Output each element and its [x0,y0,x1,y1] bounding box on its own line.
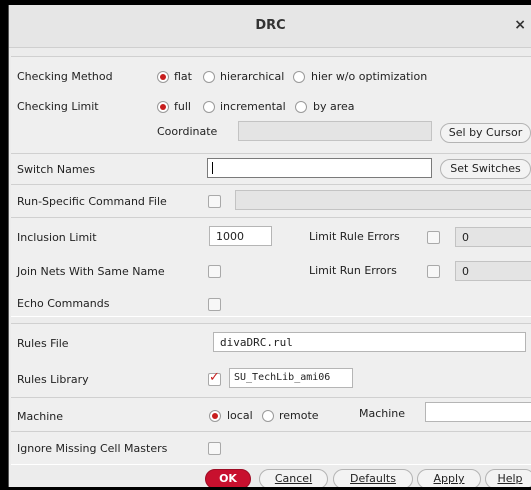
switch-names-input[interactable] [207,158,432,178]
rules-library-label: Rules Library [17,373,89,386]
limit-run-errors-input[interactable]: 0 [455,261,531,281]
checking-limit-by-area-label: by area [313,100,355,113]
rules-panel: Rules File divaDRC.rul Rules Library SU_… [11,323,531,398]
checking-method-hierarchical-label: hierarchical [220,70,285,83]
checking-limit-incremental-radio[interactable] [203,101,215,113]
machine-name-label: Machine [359,407,406,420]
echo-commands-checkbox[interactable] [208,298,221,311]
machine-panel: Machine local remote Machine [11,397,531,432]
close-icon[interactable]: × [514,17,526,33]
limit-run-errors-label: Limit Run Errors [309,264,397,277]
checking-limit-by-area-radio[interactable] [295,101,307,113]
checking-method-label: Checking Method [17,70,113,83]
machine-name-input[interactable] [425,402,531,422]
limit-run-errors-checkbox[interactable] [427,265,440,278]
checking-limit-label: Checking Limit [17,100,99,113]
join-nets-label: Join Nets With Same Name [17,265,165,278]
checking-panel: Checking Method flat hierarchical hier w… [11,56,531,154]
defaults-button[interactable]: Defaults [333,469,413,488]
coordinate-field[interactable] [238,121,432,141]
checking-limit-full-radio[interactable] [157,101,169,113]
rules-file-label: Rules File [17,337,69,350]
switch-names-label: Switch Names [17,163,96,176]
limit-rule-errors-checkbox[interactable] [427,231,440,244]
inclusion-limit-input[interactable]: 1000 [209,226,272,246]
checking-method-hier-wo-opt-radio[interactable] [293,71,305,83]
run-specific-file-field[interactable] [235,190,531,210]
rules-library-checkbox[interactable] [208,370,221,386]
rules-file-input[interactable]: divaDRC.rul [213,332,526,352]
ok-button[interactable]: OK [205,469,251,488]
checking-method-flat-label: flat [174,70,192,83]
drc-dialog: DRC × Checking Method flat hierarchical … [8,5,531,488]
machine-remote-radio[interactable] [262,410,274,422]
inclusion-limit-label: Inclusion Limit [17,231,97,244]
join-nets-checkbox[interactable] [208,265,221,278]
cancel-button[interactable]: Cancel [259,469,328,488]
run-specific-panel: Run-Specific Command File [11,184,531,218]
ignore-missing-label: Ignore Missing Cell Masters [17,442,168,455]
machine-local-radio[interactable] [209,410,221,422]
ignore-missing-panel: Ignore Missing Cell Masters [11,431,531,465]
machine-local-label: local [227,409,253,422]
window-title: DRC [255,18,286,33]
limit-rule-errors-label: Limit Rule Errors [309,230,400,243]
coordinate-label: Coordinate [157,125,218,138]
checking-method-hierarchical-radio[interactable] [203,71,215,83]
sel-by-cursor-button[interactable]: Sel by Cursor [440,123,531,143]
machine-remote-label: remote [279,409,319,422]
set-switches-button[interactable]: Set Switches [440,159,531,179]
apply-button[interactable]: Apply [417,469,481,488]
switch-names-panel: Switch Names Set Switches [11,153,531,185]
text-cursor [212,162,213,174]
ignore-missing-checkbox[interactable] [208,442,221,455]
rules-library-input[interactable]: SU_TechLib_ami06 [229,368,353,388]
help-button[interactable]: Help [485,469,531,488]
checking-method-flat-radio[interactable] [157,71,169,83]
run-specific-checkbox[interactable] [208,195,221,208]
limit-rule-errors-input[interactable]: 0 [455,227,531,247]
machine-label: Machine [17,410,64,423]
checking-method-hier-wo-opt-label: hier w/o optimization [311,70,428,83]
echo-commands-label: Echo Commands [17,297,110,310]
run-specific-label: Run-Specific Command File [17,195,167,208]
checking-limit-incremental-label: incremental [220,100,286,113]
limits-panel: Inclusion Limit 1000 Limit Rule Errors 0… [11,217,531,317]
checking-limit-full-label: full [174,100,191,113]
title-bar: DRC × [9,5,531,48]
